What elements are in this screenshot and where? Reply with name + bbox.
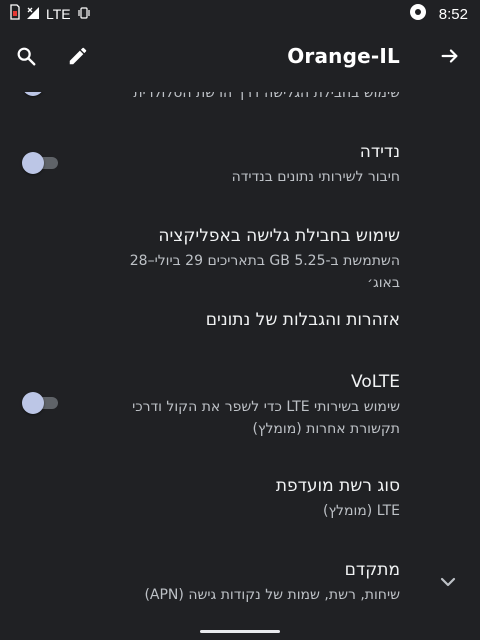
toggle-thumb — [22, 392, 44, 414]
search-icon[interactable] — [10, 40, 42, 72]
toggle-thumb — [22, 92, 44, 96]
network-type-label: LTE — [46, 6, 71, 22]
volte-title: VoLTE — [351, 372, 400, 392]
mobile-data-row[interactable]: שימוש בחבילת הגלישה דרך הרשת הסלולרית — [0, 92, 480, 118]
network-type-summary: LTE (מומלץ) — [323, 503, 400, 519]
roaming-toggle[interactable] — [22, 152, 58, 174]
volte-summary: שימוש בשירותי LTE כדי לשפר את הקול ודרכי… — [132, 399, 400, 437]
chevron-down-icon[interactable] — [436, 570, 460, 594]
roaming-title: נדידה — [359, 142, 400, 162]
advanced-title: מתקדם — [344, 560, 400, 580]
volte-toggle[interactable] — [22, 392, 58, 414]
network-type-title: סוג רשת מועדפת — [275, 476, 400, 496]
app-data-usage-row[interactable]: שימוש בחבילת גלישה באפליקציה השתמשת ב-5.… — [0, 216, 480, 291]
network-type-row[interactable]: סוג רשת מועדפת LTE (מומלץ) — [0, 466, 480, 532]
status-icons-left: LTE — [10, 4, 91, 24]
status-icons-right: 8:52 — [409, 3, 468, 25]
vibrate-icon — [77, 5, 91, 24]
clock: 8:52 — [438, 5, 468, 23]
app-bar: Orange-IL — [0, 28, 480, 92]
gesture-nav-handle[interactable] — [200, 630, 280, 633]
toggle-thumb — [22, 152, 44, 174]
mobile-data-summary: שימוש בחבילת הגלישה דרך הרשת הסלולרית — [133, 92, 400, 101]
app-data-usage-title: שימוש בחבילת גלישה באפליקציה — [158, 226, 400, 246]
media-icon — [409, 3, 427, 25]
page-title: Orange-IL — [287, 44, 400, 68]
signal-icon — [26, 5, 40, 24]
status-bar: LTE 8:52 — [0, 0, 480, 28]
roaming-row[interactable]: נדידה חיבור לשירותי נתונים בנדידה — [0, 132, 480, 198]
sim-card-icon — [10, 4, 20, 24]
settings-list: שימוש בחבילת הגלישה דרך הרשת הסלולרית נד… — [0, 92, 480, 624]
data-warning-title: אזהרות והגבלות של נתונים — [205, 310, 400, 330]
advanced-summary: שיחות, רשת, שמות של נקודות גישה (APN) — [144, 587, 400, 603]
app-data-usage-summary: השתמשת ב-5.25 GB בתאריכים 29 ביולי–28 בא… — [129, 253, 400, 291]
roaming-summary: חיבור לשירותי נתונים בנדידה — [231, 169, 400, 185]
advanced-row[interactable]: מתקדם שיחות, רשת, שמות של נקודות גישה (A… — [0, 550, 480, 616]
data-warning-row[interactable]: אזהרות והגבלות של נתונים — [0, 298, 480, 348]
back-arrow-icon[interactable] — [434, 40, 466, 72]
mobile-data-toggle[interactable] — [22, 92, 58, 96]
volte-row[interactable]: VoLTE שימוש בשירותי LTE כדי לשפר את הקול… — [0, 362, 480, 442]
edit-icon[interactable] — [62, 40, 94, 72]
